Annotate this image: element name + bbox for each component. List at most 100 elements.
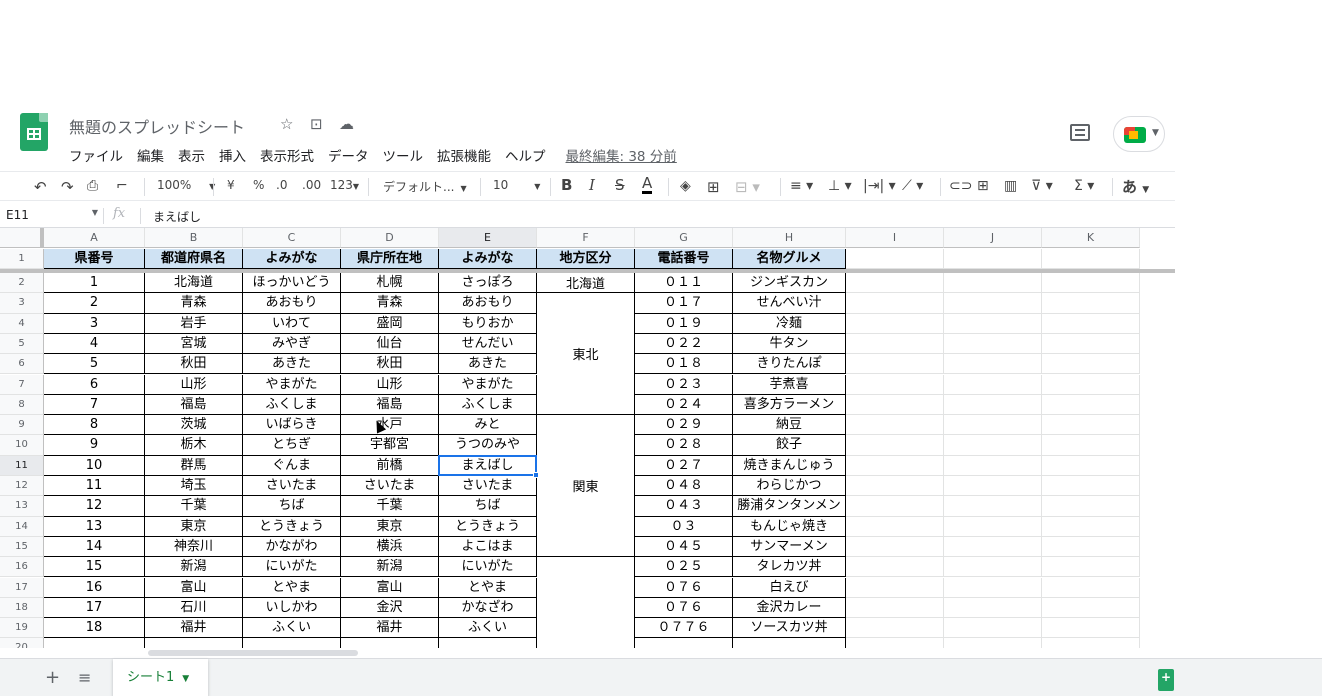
table-cell[interactable]: 2	[44, 293, 145, 314]
row-header[interactable]: 4	[0, 313, 44, 334]
row-header[interactable]: 20	[0, 638, 44, 648]
menu-item[interactable]: 編集	[137, 145, 164, 165]
table-cell[interactable]: 富山	[145, 577, 243, 598]
decrease-decimal-button[interactable]: .0	[276, 178, 287, 192]
table-cell[interactable]: ０３	[635, 516, 733, 537]
table-cell[interactable]: かなざわ	[439, 597, 537, 619]
table-cell[interactable]	[243, 638, 341, 648]
table-cell[interactable]: さいたま	[439, 476, 537, 497]
grid-cell[interactable]	[1042, 273, 1140, 294]
paint-format-icon[interactable]: ⌐	[116, 178, 128, 194]
table-cell[interactable]: あおもり	[439, 293, 537, 314]
grid-cell[interactable]	[846, 249, 944, 269]
table-cell[interactable]: 15	[44, 557, 145, 578]
header-cell[interactable]: 地方区分	[537, 249, 635, 269]
move-folder-icon[interactable]: ⊡	[310, 115, 323, 133]
table-cell[interactable]: 13	[44, 516, 145, 537]
table-cell[interactable]: 3	[44, 313, 145, 334]
table-cell[interactable]: 埼玉	[145, 476, 243, 497]
table-cell[interactable]: 青森	[145, 293, 243, 314]
grid-cell[interactable]	[944, 516, 1042, 537]
table-cell[interactable]: やまがた	[243, 374, 341, 395]
table-cell[interactable]: 仙台	[341, 333, 439, 355]
grid-cell[interactable]	[846, 273, 944, 294]
table-cell[interactable]: いわて	[243, 313, 341, 334]
table-cell[interactable]: 金沢カレー	[733, 597, 846, 619]
row-header[interactable]: 7	[0, 374, 44, 395]
table-cell[interactable]: 12	[44, 496, 145, 517]
row-header[interactable]: 13	[0, 496, 44, 517]
table-cell[interactable]: とうきょう	[243, 516, 341, 537]
row-header[interactable]: 3	[0, 293, 44, 314]
strikethrough-button[interactable]: S	[615, 176, 625, 194]
table-cell[interactable]: 盛岡	[341, 313, 439, 334]
table-cell[interactable]: 千葉	[145, 496, 243, 517]
table-cell[interactable]	[635, 638, 733, 648]
grid-cell[interactable]	[1042, 557, 1140, 578]
column-header[interactable]: C	[243, 228, 341, 248]
grid-cell[interactable]	[1042, 496, 1140, 517]
all-sheets-icon[interactable]: ≡	[78, 668, 91, 687]
table-cell[interactable]: ふくい	[243, 618, 341, 639]
grid-cell[interactable]	[1042, 455, 1140, 476]
table-cell[interactable]: あきた	[243, 354, 341, 375]
horizontal-align-icon[interactable]: ≡ ▾	[790, 178, 813, 194]
font-select[interactable]: デフォルト... ▼	[383, 178, 467, 195]
table-cell[interactable]: ０２３	[635, 374, 733, 395]
zoom-select[interactable]: 100% ▼	[157, 178, 215, 192]
percent-format-button[interactable]: %	[253, 178, 264, 192]
table-cell[interactable]: 14	[44, 536, 145, 558]
table-cell[interactable]: にいがた	[243, 557, 341, 578]
row-header[interactable]: 2	[0, 273, 44, 294]
row-header[interactable]: 8	[0, 394, 44, 416]
table-cell[interactable]: タレカツ丼	[733, 557, 846, 578]
table-cell[interactable]: 5	[44, 354, 145, 375]
grid-cell[interactable]	[846, 597, 944, 619]
sheets-logo-icon[interactable]	[20, 113, 48, 151]
undo-icon[interactable]: ↶	[34, 178, 47, 196]
spreadsheet-grid[interactable]: A B C D E F G H I J K 1 2 3 4 5 6 7 8 9 10 11 12 13 14 15 16 17 18 19…	[0, 228, 1175, 648]
last-edit-link[interactable]: 最終編集: 38 分前	[566, 145, 677, 165]
table-cell[interactable]: ０２７	[635, 455, 733, 476]
table-cell[interactable]: 福井	[341, 618, 439, 639]
select-all-corner[interactable]	[0, 228, 44, 248]
column-header[interactable]: E	[439, 228, 537, 248]
insert-link-icon[interactable]: ⊂⊃	[949, 178, 972, 194]
insert-comment-icon[interactable]: ⊞	[977, 178, 989, 194]
grid-cell[interactable]	[944, 354, 1042, 375]
font-size-select[interactable]: 10 ▼	[493, 178, 540, 192]
table-cell[interactable]: 茨城	[145, 415, 243, 436]
table-cell[interactable]: とうきょう	[439, 516, 537, 537]
table-cell[interactable]: 福島	[145, 394, 243, 416]
table-cell[interactable]: ０４３	[635, 496, 733, 517]
menu-item[interactable]: 拡張機能	[437, 145, 491, 165]
table-cell[interactable]: ０１１	[635, 273, 733, 294]
table-cell[interactable]: さいたま	[243, 476, 341, 497]
grid-cell[interactable]	[944, 618, 1042, 639]
grid-cell[interactable]	[1042, 516, 1140, 537]
table-cell[interactable]: とやま	[243, 577, 341, 598]
grid-cell[interactable]	[944, 536, 1042, 558]
table-cell[interactable]: ０２５	[635, 557, 733, 578]
increase-decimal-button[interactable]: .00	[302, 178, 321, 192]
table-cell[interactable]: 4	[44, 333, 145, 355]
table-cell[interactable]	[145, 638, 243, 648]
table-cell[interactable]: みやぎ	[243, 333, 341, 355]
explore-icon[interactable]	[1158, 669, 1174, 691]
table-cell[interactable]: 6	[44, 374, 145, 395]
header-cell[interactable]: 電話番号	[635, 249, 733, 269]
grid-cell[interactable]	[944, 597, 1042, 619]
header-cell[interactable]: 県番号	[44, 249, 145, 269]
table-cell[interactable]: 16	[44, 577, 145, 598]
grid-cell[interactable]	[1042, 536, 1140, 558]
table-cell[interactable]: いしかわ	[243, 597, 341, 619]
table-cell[interactable]: ０２４	[635, 394, 733, 416]
redo-icon[interactable]: ↷	[61, 178, 74, 196]
grid-cell[interactable]	[1042, 597, 1140, 619]
table-cell[interactable]: 新潟	[145, 557, 243, 578]
table-cell[interactable]: ０７６	[635, 597, 733, 619]
menu-item[interactable]: ツール	[383, 145, 424, 165]
header-cell[interactable]: 都道府県名	[145, 249, 243, 269]
text-rotate-icon[interactable]: ⟋ ▾	[902, 178, 923, 194]
grid-cell[interactable]	[846, 557, 944, 578]
